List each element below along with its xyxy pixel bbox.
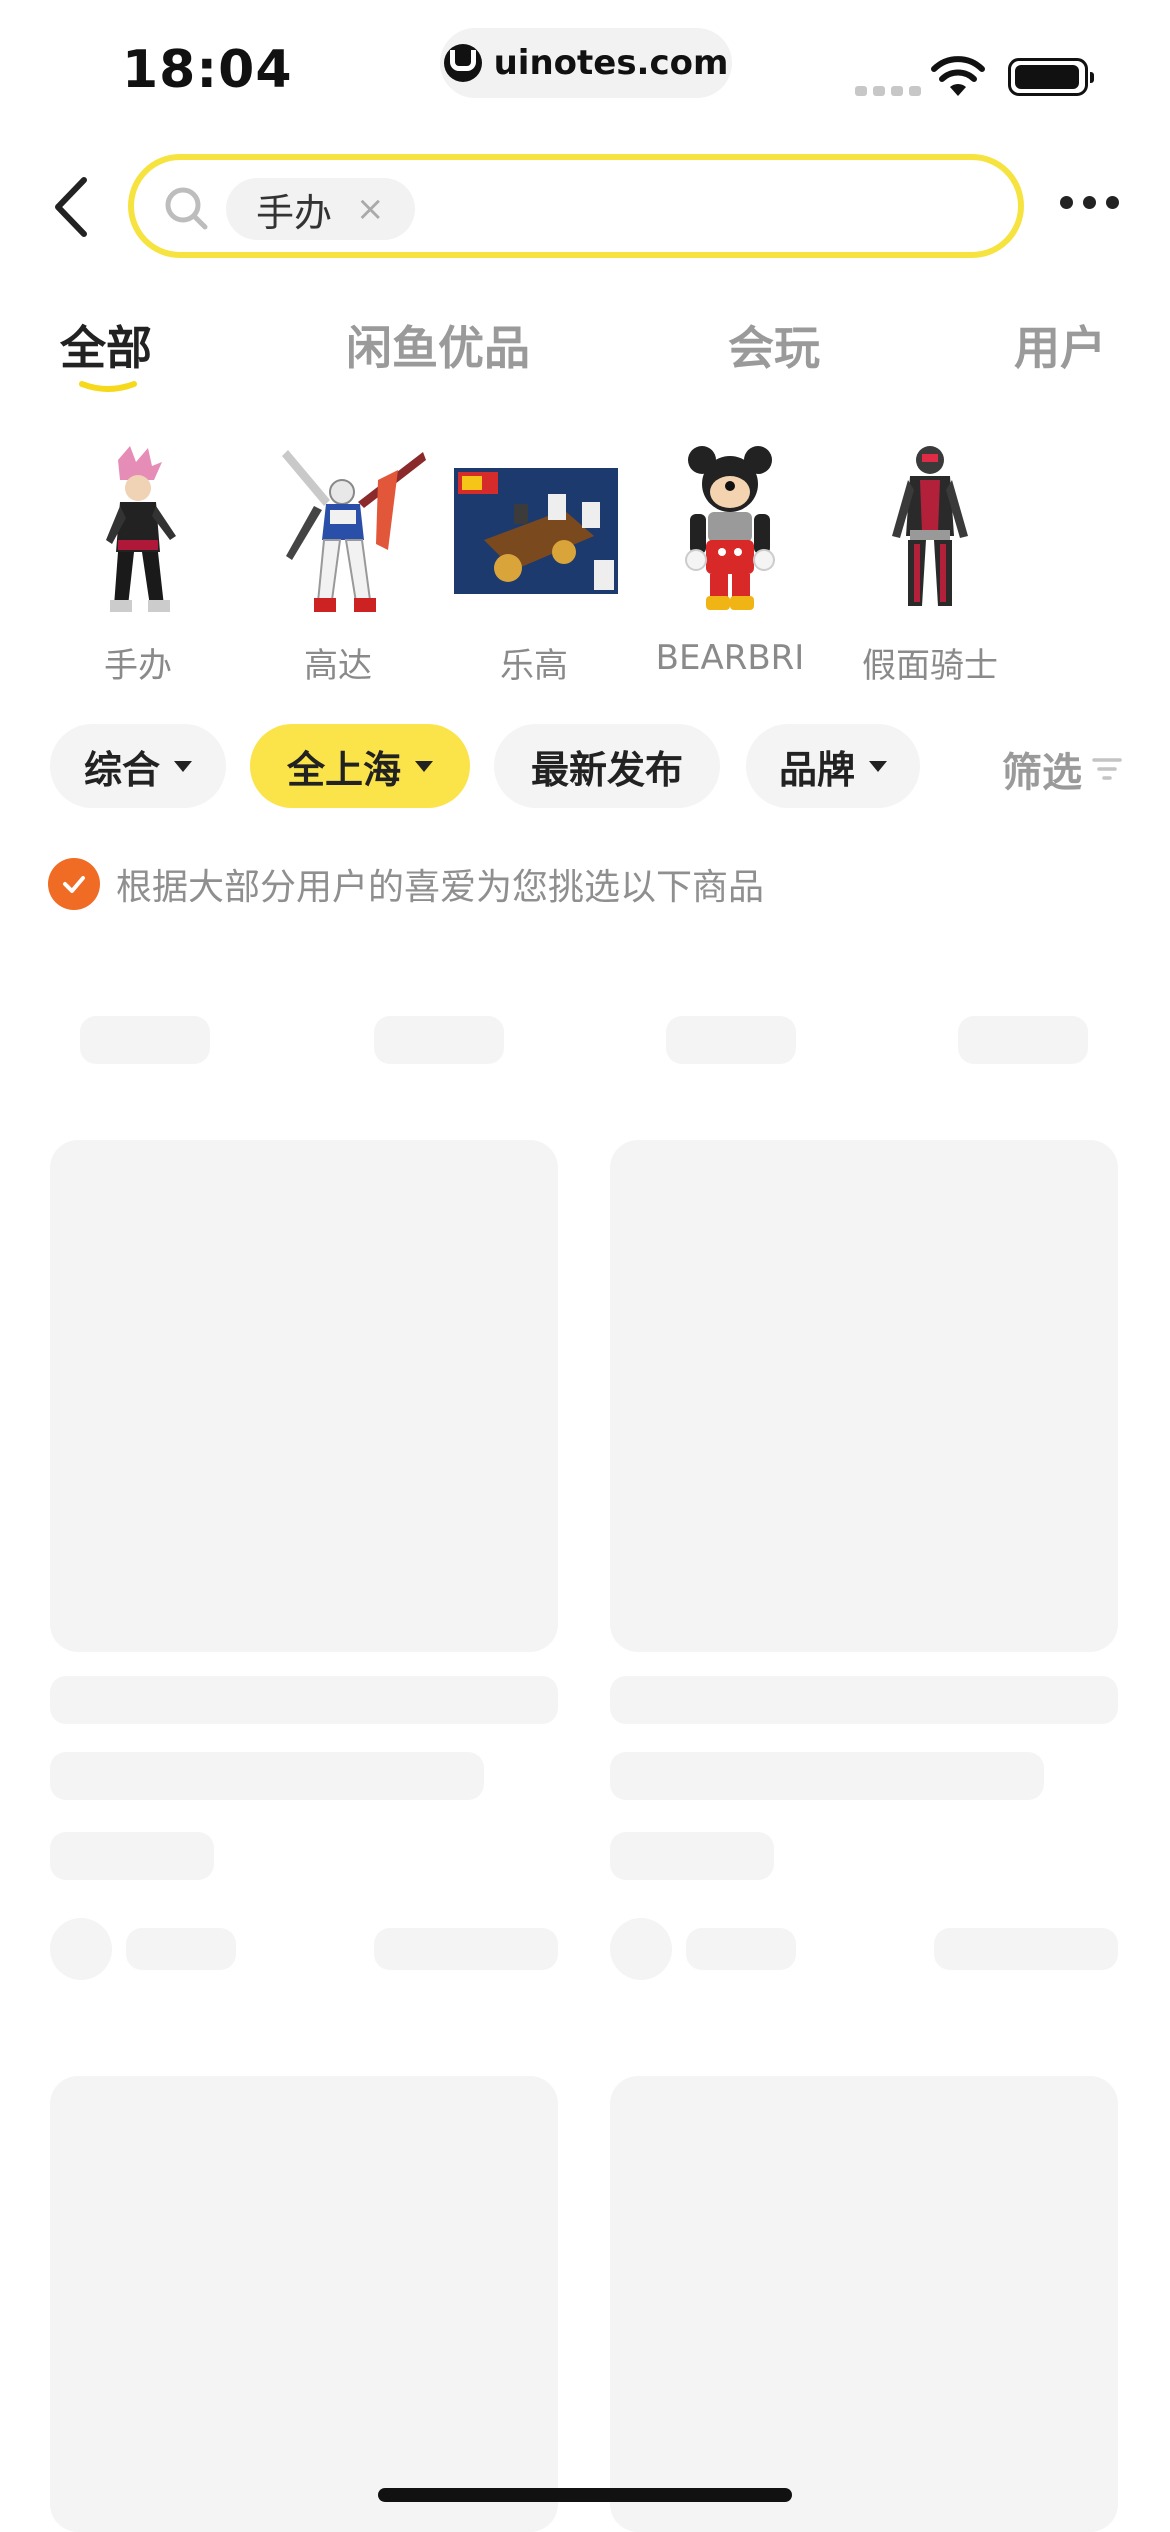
- skeleton-avatar: [50, 1918, 112, 1980]
- skeleton-price: [610, 1832, 774, 1880]
- skeleton-avatar: [610, 1918, 672, 1980]
- status-time: 18:04: [122, 40, 293, 100]
- category-item-kamen-rider[interactable]: 假面骑士: [840, 440, 1020, 687]
- skeleton-seller: [686, 1928, 796, 1970]
- category-label: BEARBRI: [655, 638, 805, 678]
- recommendation-note-text: 根据大部分用户的喜爱为您挑选以下商品: [116, 867, 765, 908]
- sort-dropdown[interactable]: 综合: [50, 724, 226, 808]
- tab-all[interactable]: 全部: [60, 312, 152, 378]
- location-dropdown-label: 全上海: [286, 747, 401, 792]
- recommendation-note: 根据大部分用户的喜爱为您挑选以下商品: [48, 858, 764, 910]
- search-input[interactable]: 手办 ×: [128, 154, 1024, 258]
- gundam-model-image: [282, 450, 426, 612]
- back-arrow-icon[interactable]: [46, 172, 98, 242]
- home-indicator[interactable]: [378, 2488, 792, 2502]
- skeleton-tag: [374, 1016, 504, 1064]
- skeleton-card-image: [50, 1140, 558, 1652]
- skeleton-card-image: [50, 2076, 558, 2532]
- bearbrick-figure-image: [685, 446, 775, 610]
- skeleton-seller: [126, 1928, 236, 1970]
- url-pill[interactable]: uinotes.com: [440, 28, 732, 98]
- kamen-rider-figure-image: [892, 446, 968, 606]
- category-label: 高达: [304, 646, 372, 686]
- skeleton-tag: [80, 1016, 210, 1064]
- filter-button[interactable]: 筛选: [1002, 740, 1122, 798]
- brand-dropdown[interactable]: 品牌: [746, 724, 920, 808]
- category-item-gundam[interactable]: 高达: [248, 440, 428, 687]
- clear-query-icon[interactable]: ×: [356, 189, 385, 229]
- skeleton-tag: [666, 1016, 796, 1064]
- site-logo-icon: [443, 44, 482, 82]
- newest-button[interactable]: 最新发布: [494, 724, 720, 808]
- skeleton-meta: [374, 1928, 558, 1970]
- skeleton-title-line: [610, 1752, 1044, 1800]
- category-item-figures[interactable]: 手办: [48, 440, 228, 687]
- category-item-bearbrick[interactable]: BEARBRI: [640, 440, 820, 678]
- caret-down-icon: [174, 760, 192, 772]
- battery-icon: [1008, 58, 1094, 96]
- caret-down-icon: [869, 760, 887, 772]
- location-dropdown[interactable]: 全上海: [250, 724, 470, 808]
- skeleton-card-image: [610, 1140, 1118, 1652]
- sort-dropdown-label: 综合: [83, 747, 160, 792]
- caret-down-icon: [415, 760, 433, 772]
- anime-figure-image: [106, 446, 176, 612]
- query-chip[interactable]: 手办 ×: [226, 178, 415, 240]
- tab-users[interactable]: 用户: [1014, 312, 1106, 378]
- category-label: 手办: [104, 646, 172, 686]
- more-options-icon[interactable]: [1060, 196, 1119, 209]
- category-label: 假面骑士: [862, 646, 998, 686]
- category-item-lego[interactable]: 乐高: [444, 440, 624, 687]
- filter-button-label: 筛选: [1002, 750, 1082, 796]
- cellular-signal-icon: [855, 86, 921, 96]
- skeleton-tag: [958, 1016, 1088, 1064]
- skeleton-card-image: [610, 2076, 1118, 2532]
- wifi-icon: [931, 56, 985, 96]
- search-icon: [165, 187, 208, 230]
- skeleton-title-line: [610, 1676, 1118, 1724]
- skeleton-title-line: [50, 1752, 484, 1800]
- filter-lines-icon: [1092, 758, 1122, 780]
- lego-box-image: [454, 468, 618, 594]
- skeleton-price: [50, 1832, 214, 1880]
- skeleton-title-line: [50, 1676, 558, 1724]
- check-icon: [48, 858, 100, 910]
- category-label: 乐高: [500, 646, 568, 686]
- brand-dropdown-label: 品牌: [778, 747, 855, 792]
- skeleton-meta: [934, 1928, 1118, 1970]
- tab-xianyu-youpin[interactable]: 闲鱼优品: [346, 312, 530, 378]
- query-chip-label: 手办: [256, 190, 333, 235]
- active-tab-indicator: [79, 381, 137, 392]
- url-text: uinotes.com: [493, 43, 729, 83]
- tab-huiwan[interactable]: 会玩: [728, 312, 820, 378]
